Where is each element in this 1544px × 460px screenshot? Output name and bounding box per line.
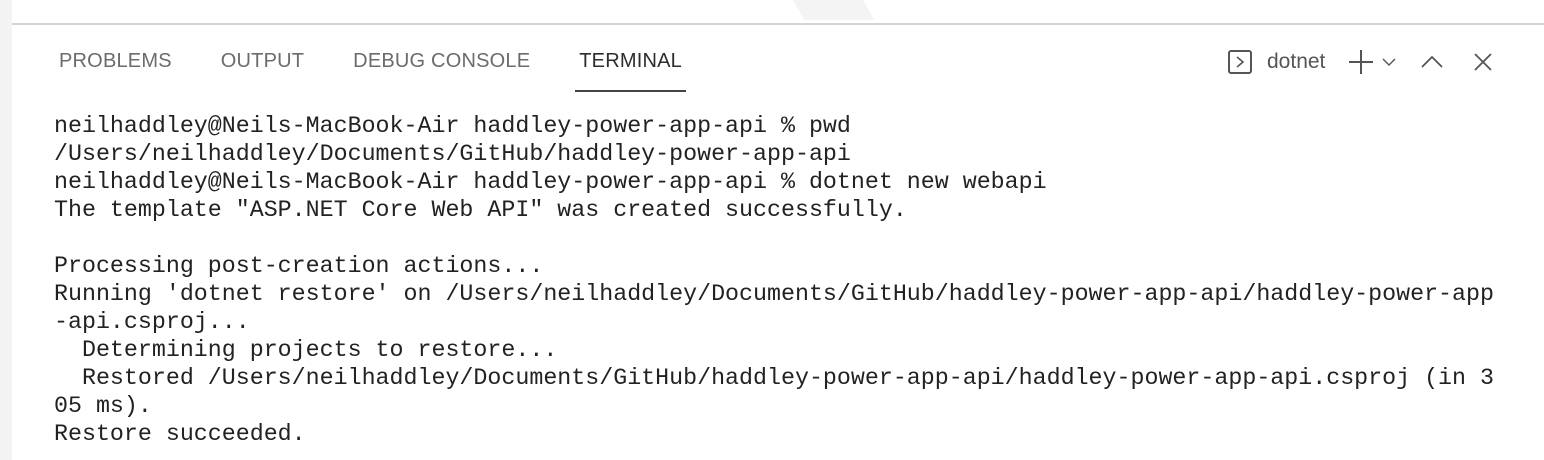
terminal-line: Determining projects to restore... xyxy=(54,337,558,363)
terminal-line: /Users/neilhaddley/Documents/GitHub/hadd… xyxy=(54,141,851,167)
terminal-selector[interactable]: dotnet xyxy=(1267,50,1325,74)
terminal-icon xyxy=(1228,50,1252,74)
panel-tabs: PROBLEMS OUTPUT DEBUG CONSOLE TERMINAL xyxy=(59,50,731,93)
chevron-down-icon[interactable] xyxy=(1381,56,1397,68)
terminal-line: neilhaddley@Neils-MacBook-Air haddley-po… xyxy=(54,169,1047,195)
terminal-line: Restored /Users/neilhaddley/Documents/Gi… xyxy=(54,365,1494,391)
terminal-line: Restore succeeded. xyxy=(54,421,306,447)
terminal-line: The template "ASP.NET Core Web API" was … xyxy=(54,197,907,223)
terminal-line: Processing post-creation actions... xyxy=(54,253,544,279)
terminal-output[interactable]: neilhaddley@Neils-MacBook-Air haddley-po… xyxy=(54,112,1494,448)
new-terminal-icon[interactable] xyxy=(1347,48,1375,76)
background-decoration xyxy=(775,0,875,20)
tab-problems[interactable]: PROBLEMS xyxy=(59,50,172,93)
tab-terminal[interactable]: TERMINAL xyxy=(575,50,686,93)
tab-output[interactable]: OUTPUT xyxy=(221,50,304,93)
terminal-line: Running 'dotnet restore' on /Users/neilh… xyxy=(54,281,1494,307)
panel-border xyxy=(12,23,1544,25)
terminal-line: 05 ms). xyxy=(54,393,152,419)
maximize-panel-icon[interactable] xyxy=(1421,55,1444,69)
tab-debug-console[interactable]: DEBUG CONSOLE xyxy=(353,50,530,93)
close-panel-icon[interactable] xyxy=(1473,52,1493,72)
left-edge xyxy=(0,0,12,460)
terminal-line: -api.csproj... xyxy=(54,309,250,335)
terminal-actions: dotnet xyxy=(1228,48,1493,76)
terminal-line: neilhaddley@Neils-MacBook-Air haddley-po… xyxy=(54,113,851,139)
